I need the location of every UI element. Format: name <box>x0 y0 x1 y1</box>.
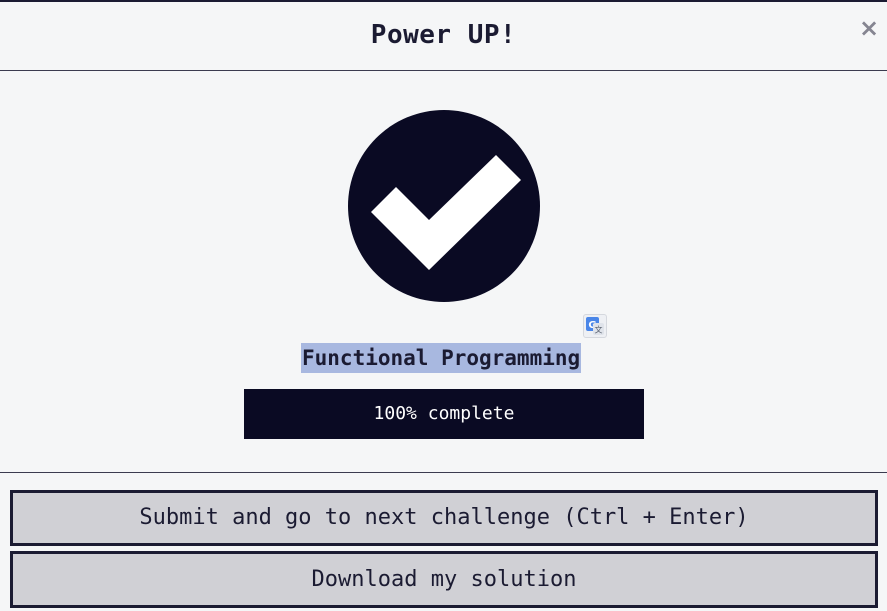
google-translate-icon[interactable]: G 文 <box>583 314 607 338</box>
svg-text:文: 文 <box>595 325 603 335</box>
completion-modal: Power UP! × G 文 Functional Programming 1… <box>0 0 887 611</box>
modal-title: Power UP! <box>370 20 517 50</box>
modal-header: Power UP! × <box>0 2 887 71</box>
close-icon[interactable]: × <box>859 16 879 40</box>
progress-text: 100% complete <box>373 403 515 424</box>
download-solution-button[interactable]: Download my solution <box>10 551 878 608</box>
submit-next-challenge-button[interactable]: Submit and go to next challenge (Ctrl + … <box>10 490 878 546</box>
check-circle-icon <box>348 110 540 302</box>
progress-bar: 100% complete <box>244 389 644 439</box>
course-title: Functional Programming <box>301 343 582 373</box>
modal-body: G 文 Functional Programming 100% complete <box>0 71 887 473</box>
